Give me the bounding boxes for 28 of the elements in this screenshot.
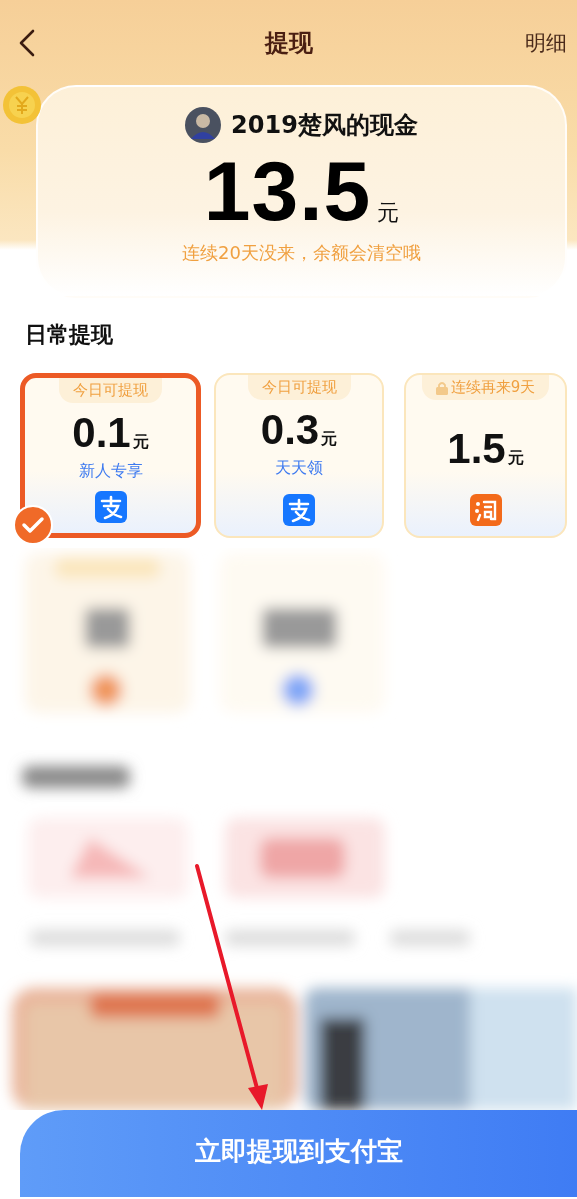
option-note: 天天领 xyxy=(275,458,323,479)
expiry-notice: 连续20天没来，余额会清空哦 xyxy=(182,241,421,265)
tag-text: 连续再来9天 xyxy=(450,378,536,397)
option-note: 新人专享 xyxy=(78,461,143,482)
lock-icon xyxy=(435,380,448,395)
details-link[interactable]: 明细 xyxy=(525,28,567,57)
tag-text: 今日可提现 xyxy=(73,381,148,400)
balance-amount: 13.5 xyxy=(203,143,372,240)
checkmark-icon xyxy=(12,504,54,546)
cash-option-card[interactable]: 连续再来9天 1.5元 xyxy=(404,373,567,538)
payment-app-icon xyxy=(94,491,127,523)
coin-icon xyxy=(2,85,42,125)
currency-unit: 元 xyxy=(507,448,524,469)
option-amount: 0.1 xyxy=(72,408,131,458)
page-title: 提现 xyxy=(264,28,313,57)
payment-app-icon xyxy=(283,494,315,526)
currency-unit: 元 xyxy=(377,199,400,227)
shopping-app-icon xyxy=(469,494,502,526)
currency-unit: 元 xyxy=(321,429,338,450)
option-amount: 0.3 xyxy=(260,405,320,455)
cash-option-card[interactable]: 今日可提现 0.1元 新人专享 xyxy=(20,373,201,538)
wallet-owner: 2019楚风的现金 xyxy=(231,110,418,141)
option-amount: 1.5 xyxy=(447,424,506,474)
cash-option-card[interactable]: 今日可提现 0.3元 天天领 xyxy=(214,373,384,538)
tag-text: 今日可提现 xyxy=(261,378,337,397)
section-title: 日常提现 xyxy=(25,321,114,349)
avatar-icon xyxy=(185,107,222,143)
currency-unit: 元 xyxy=(132,432,149,453)
